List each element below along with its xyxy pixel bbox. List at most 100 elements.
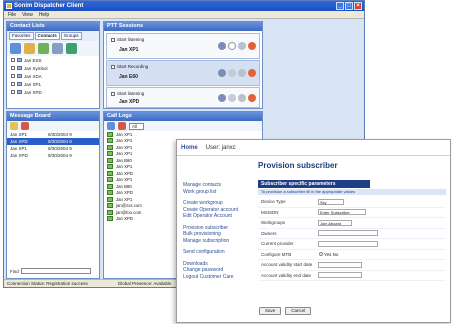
tab-favorites[interactable]: Favorites (9, 32, 34, 40)
ptt-session[interactable]: Start Recording Jan E60 (106, 60, 260, 86)
phone-icon (107, 164, 113, 170)
new-message-icon[interactable] (10, 122, 18, 130)
phone-icon (107, 190, 113, 196)
maximize-button[interactable]: □ (345, 2, 353, 10)
table-row[interactable]: Jan XPD 9/30/2004 9 (7, 138, 99, 145)
call-logs-header: Call Logs (104, 112, 262, 121)
ptt-sessions-header: PTT Sessions (104, 22, 262, 31)
radio-labels: Yes No (324, 251, 339, 257)
table-row[interactable]: Jan XPD 9/30/2004 9 (7, 152, 99, 159)
listen-checkbox[interactable] (111, 37, 115, 42)
menu-help[interactable]: Help (39, 11, 49, 18)
contact-lists-header: Contact Lists (7, 22, 99, 31)
ptt-session[interactable]: Start listening Jan XP1 (106, 33, 260, 59)
nav-link[interactable]: Logout Customer Care (183, 274, 255, 281)
close-button[interactable]: × (354, 2, 362, 10)
field-label: Account validity end date (261, 272, 312, 278)
play-icon[interactable] (238, 94, 246, 102)
add-contact-icon[interactable] (10, 43, 21, 54)
call-icon[interactable] (107, 122, 115, 130)
phone-icon (107, 144, 113, 150)
session-name: Jan XP1 (119, 47, 139, 53)
home-link[interactable]: Home (181, 145, 198, 151)
listen-checkbox[interactable] (111, 91, 115, 96)
group-icon[interactable] (24, 43, 35, 54)
list-item[interactable]: Jan ESS (7, 56, 99, 64)
list-item[interactable]: Jan XP1 (7, 80, 99, 88)
app-icon (6, 3, 12, 9)
end-call-icon[interactable] (248, 69, 256, 77)
list-item[interactable]: Jan XPD (7, 88, 99, 96)
list-item[interactable]: Jan Symbol (7, 64, 99, 72)
speaker-icon[interactable] (228, 94, 236, 102)
checkbox[interactable] (11, 82, 15, 86)
page-title: Provision subscriber (258, 161, 338, 170)
checkbox[interactable] (11, 90, 15, 94)
contact-lists-panel: Contact Lists Favorites Contacts Groups … (6, 21, 100, 109)
section-subtext: To provision a subscriber fill in the ap… (258, 189, 446, 195)
edit-icon[interactable] (52, 43, 63, 54)
ptt-session[interactable]: Start listening Jan XPD (106, 87, 260, 108)
phone-icon (107, 157, 113, 163)
field-label: MSISDN (261, 209, 279, 215)
mic-icon[interactable] (218, 42, 226, 50)
field-label: Device Type (261, 199, 286, 205)
table-row[interactable]: Jan XP1 9/30/2004 9 (7, 131, 99, 138)
speaker-icon[interactable] (228, 42, 236, 50)
field-label: Owners (261, 230, 277, 236)
save-button[interactable]: Save (259, 307, 282, 315)
find-label: Find (10, 268, 19, 274)
menu-file[interactable]: File (8, 11, 16, 18)
provision-form: Device Type Sky MSISDN Enter Subscriber Wo… (258, 197, 446, 281)
tab-contacts[interactable]: Contacts (34, 32, 60, 40)
mic-icon[interactable] (218, 94, 226, 102)
phone-icon (107, 177, 113, 183)
device-icon (17, 66, 22, 70)
web-nav: Manage contacts Work group list Create w… (183, 182, 255, 280)
message-board-panel: Message Board Jan XP1 9/30/2004 9 Jan XPD… (6, 111, 100, 279)
presence-icon[interactable] (38, 43, 49, 54)
delete-icon[interactable] (21, 122, 29, 130)
end-date-input[interactable] (318, 272, 362, 279)
yes-radio[interactable] (319, 252, 323, 257)
call-filter-select[interactable]: All (129, 122, 145, 130)
msisdn-input[interactable]: Enter Subscriber (318, 209, 366, 216)
web-provisioning-window: Home User: janxc Manage contacts Work gr… (176, 139, 451, 323)
mic-icon[interactable] (218, 69, 226, 77)
message-board-header: Message Board (7, 112, 99, 121)
workgroups-select[interactable]: Join Aboard (318, 219, 352, 226)
device-icon (17, 74, 22, 78)
phone-icon (107, 138, 113, 144)
checkbox[interactable] (11, 74, 15, 78)
list-item[interactable]: Jan XDA (7, 72, 99, 80)
record-checkbox[interactable] (111, 64, 115, 69)
end-call-icon[interactable] (248, 94, 256, 102)
end-call-icon[interactable] (248, 42, 256, 50)
play-icon[interactable] (238, 69, 246, 77)
presence-status: Global Presence: Available (117, 281, 172, 286)
session-name: Jan E60 (119, 74, 138, 80)
checkbox[interactable] (11, 66, 15, 70)
start-date-input[interactable] (318, 261, 362, 268)
menu-view[interactable]: View (22, 11, 33, 18)
checkbox[interactable] (11, 58, 15, 62)
play-icon[interactable] (238, 42, 246, 50)
speaker-icon[interactable] (228, 69, 236, 77)
phone-icon (107, 151, 113, 157)
field-label: Workgroups (261, 220, 286, 226)
tab-groups[interactable]: Groups (60, 32, 82, 40)
device-icon (17, 58, 22, 62)
connection-status: Connection Status: Registration success (7, 281, 88, 286)
find-input[interactable] (20, 268, 91, 274)
minimize-button[interactable]: _ (336, 2, 344, 10)
refresh-icon[interactable] (66, 43, 77, 54)
delete-icon[interactable] (118, 122, 126, 130)
field-label: Account validity start date (261, 262, 313, 268)
owners-input[interactable] (318, 230, 378, 237)
table-row[interactable]: Jan XP1 9/30/2004 9 (7, 145, 99, 152)
device-type-select[interactable]: Sky (318, 198, 344, 205)
phone-icon (107, 203, 113, 209)
phone-icon (107, 196, 113, 202)
cancel-button[interactable]: Cancel (285, 307, 312, 315)
provider-input[interactable] (318, 240, 378, 247)
